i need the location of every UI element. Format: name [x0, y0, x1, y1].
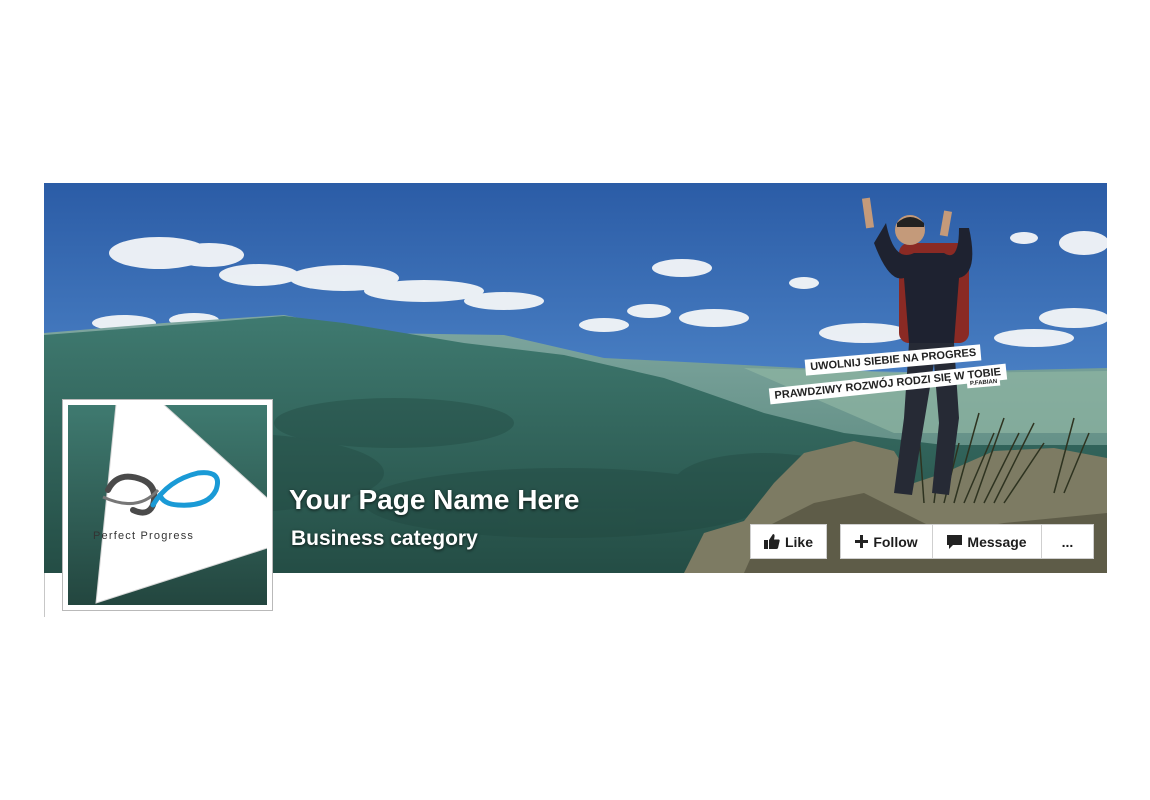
follow-label: Follow	[873, 533, 918, 550]
like-label: Like	[784, 533, 813, 550]
like-button[interactable]: Like	[750, 524, 827, 559]
more-options-button[interactable]: ...	[1041, 524, 1094, 559]
logo-text: Perfect Progress	[93, 530, 195, 542]
message-label: Message	[967, 533, 1027, 550]
logo-mark-icon	[102, 470, 220, 516]
thumbs-up-icon	[763, 534, 780, 549]
more-label: ...	[1061, 533, 1074, 550]
page-title[interactable]: Your Page Name Here	[289, 484, 580, 516]
profile-picture[interactable]: Perfect Progress	[62, 399, 273, 611]
speech-bubble-icon	[947, 534, 963, 549]
plus-icon	[855, 535, 869, 548]
message-button[interactable]: Message	[932, 524, 1042, 559]
timeline-edge	[44, 573, 45, 617]
follow-button[interactable]: Follow	[840, 524, 933, 559]
page-category[interactable]: Business category	[291, 527, 478, 551]
